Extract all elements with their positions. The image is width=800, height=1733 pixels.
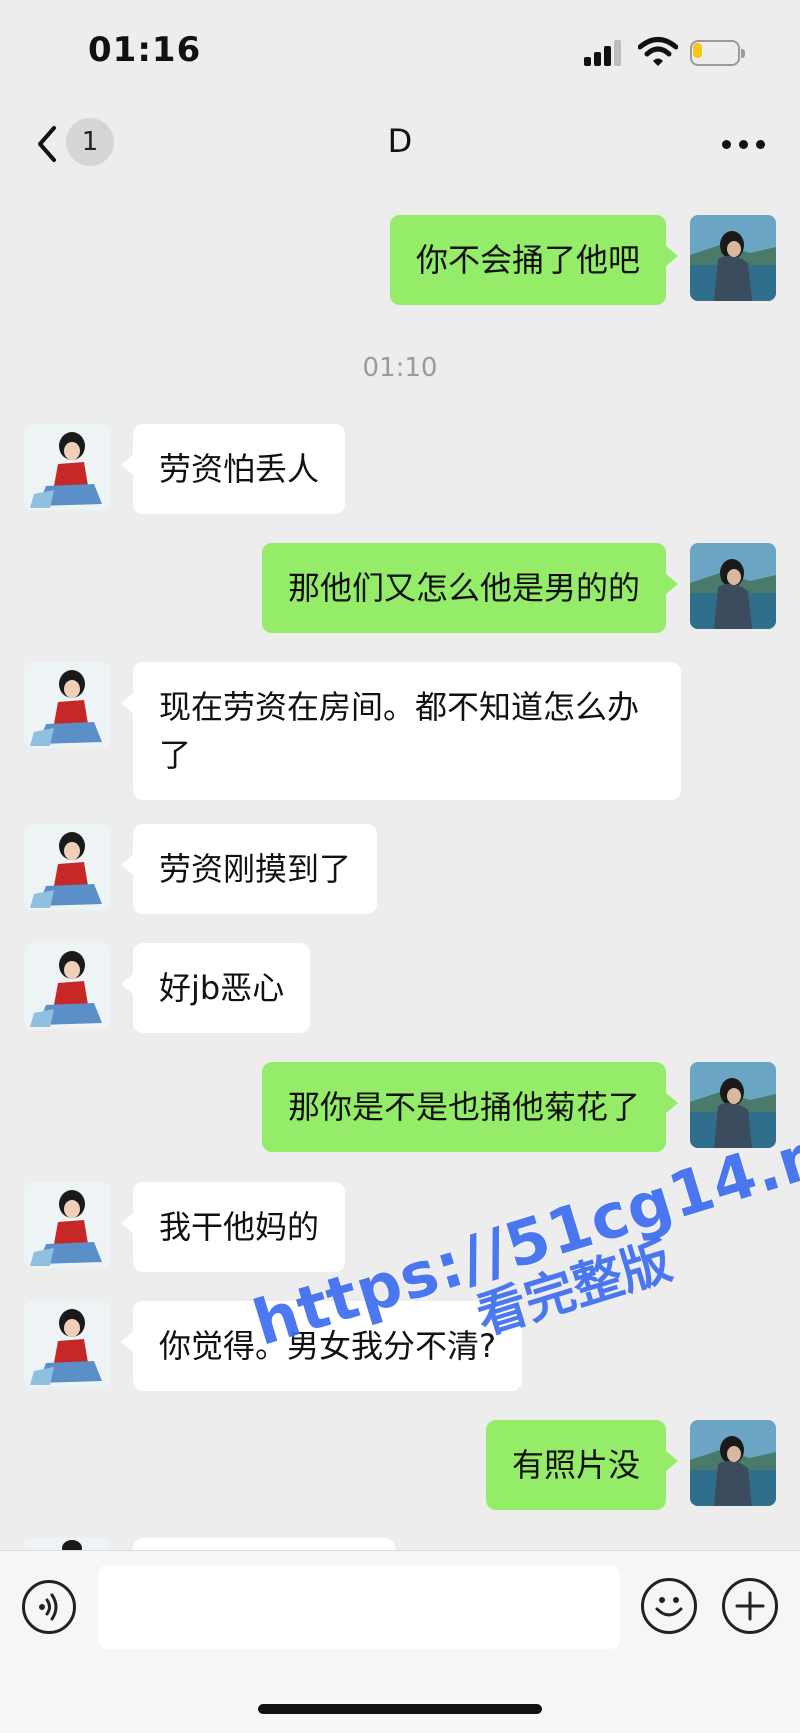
plus-icon [735, 1591, 765, 1621]
contact-avatar[interactable] [24, 1301, 110, 1387]
sent-message[interactable]: 那他们又怎么他是男的的 [261, 543, 666, 633]
contact-avatar[interactable] [24, 424, 110, 510]
emoji-button[interactable] [641, 1578, 697, 1634]
input-bar [0, 1550, 800, 1733]
sent-message[interactable]: 有照片没 [485, 1420, 666, 1510]
status-bar: 01:16 [0, 0, 800, 100]
contact-avatar[interactable] [24, 943, 110, 1029]
battery-icon [690, 40, 746, 66]
received-message[interactable]: 现在劳资在房间。都不知道怎么办了 [133, 662, 681, 800]
battery-level [693, 43, 702, 58]
received-message[interactable]: 我干他妈的 [133, 1182, 346, 1272]
received-message-partial [133, 1538, 395, 1550]
received-message[interactable]: 好jb恶心 [133, 943, 311, 1033]
contact-avatar[interactable] [24, 1538, 110, 1550]
my-avatar[interactable] [690, 543, 776, 629]
back-button[interactable] [32, 122, 62, 166]
chat-title: D [387, 122, 413, 160]
my-avatar[interactable] [690, 1062, 776, 1148]
smiley-icon [655, 1597, 683, 1617]
chat-header: 1 D [0, 100, 800, 188]
cellular-signal-icon [584, 40, 624, 66]
voice-icon [39, 1593, 58, 1621]
status-time: 01:16 [88, 30, 202, 70]
more-actions-button[interactable] [722, 1578, 778, 1634]
sent-message[interactable]: 那你是不是也捅他菊花了 [261, 1062, 666, 1152]
message-input[interactable] [98, 1565, 620, 1649]
sent-message[interactable]: 你不会捅了他吧 [389, 215, 666, 305]
message-timestamp: 01:10 [362, 353, 438, 383]
home-indicator[interactable] [258, 1704, 542, 1714]
received-message[interactable]: 劳资怕丢人 [133, 424, 346, 514]
my-avatar[interactable] [690, 1420, 776, 1506]
my-avatar[interactable] [690, 215, 776, 301]
contact-avatar[interactable] [24, 1182, 110, 1268]
contact-avatar[interactable] [24, 662, 110, 748]
received-message[interactable]: 你觉得。男女我分不清? [133, 1301, 522, 1391]
received-message[interactable]: 劳资刚摸到了 [133, 824, 378, 914]
unread-count-badge[interactable]: 1 [66, 118, 114, 166]
voice-input-button[interactable] [22, 1580, 76, 1634]
more-options-icon[interactable] [722, 140, 766, 150]
contact-avatar[interactable] [24, 824, 110, 910]
chevron-left-icon [38, 126, 56, 162]
wifi-icon [637, 36, 679, 68]
